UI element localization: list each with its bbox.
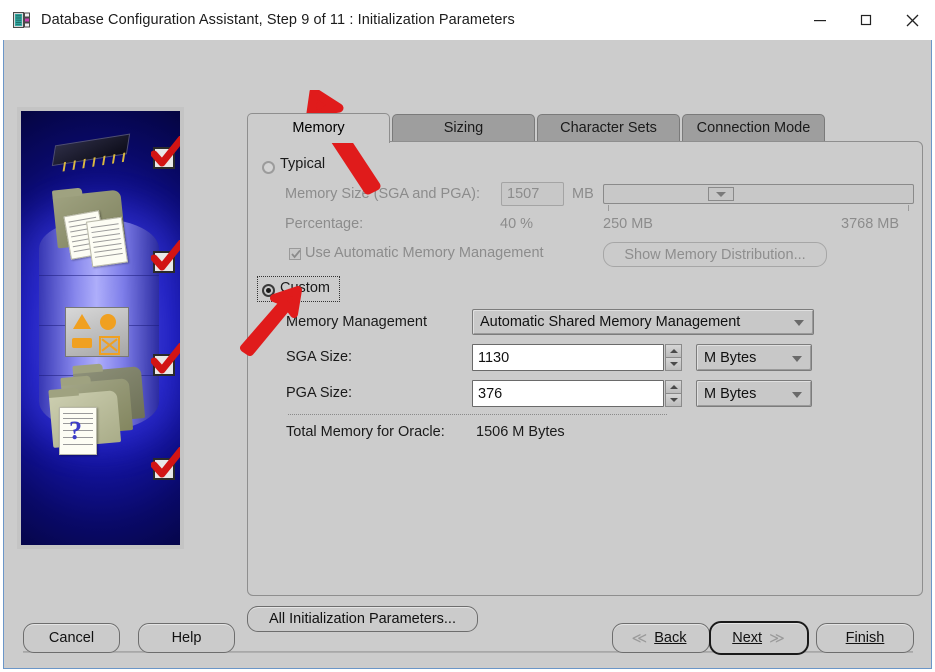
help-button[interactable]: Help xyxy=(138,623,235,653)
combo-memory-management[interactable]: Automatic Shared Memory Management xyxy=(472,309,814,335)
tab-character-sets-label: Character Sets xyxy=(560,120,657,136)
tab-sizing-label: Sizing xyxy=(443,120,484,136)
back-button[interactable]: ≪ Back xyxy=(612,623,710,653)
next-arrow-icon: ≫ xyxy=(769,630,785,647)
spinner-sga-up[interactable] xyxy=(666,345,681,358)
radio-custom[interactable] xyxy=(262,284,275,297)
dialog-content: ? Memory Sizing Character Sets Connectio… xyxy=(3,40,932,669)
label-sga-size: SGA Size: xyxy=(286,349,353,365)
all-initialization-parameters-label: All Initialization Parameters... xyxy=(269,611,456,627)
tab-memory[interactable]: Memory xyxy=(247,113,390,143)
window-title: Database Configuration Assistant, Step 9… xyxy=(41,12,515,28)
back-arrow-icon: ≪ xyxy=(631,630,648,647)
help-label: Help xyxy=(171,630,202,646)
chevron-down-icon xyxy=(792,391,802,398)
title-bar: Database Configuration Assistant, Step 9… xyxy=(0,0,935,40)
tab-sizing[interactable]: Sizing xyxy=(392,114,535,142)
tab-memory-label: Memory xyxy=(292,120,345,136)
input-pga-size[interactable] xyxy=(472,380,664,407)
minimize-button[interactable] xyxy=(797,0,843,40)
tab-connection-mode-label: Connection Mode xyxy=(696,120,811,136)
dialog-window: Database Configuration Assistant, Step 9… xyxy=(0,0,935,672)
spinner-pga-up[interactable] xyxy=(666,381,681,394)
next-label: Next xyxy=(732,630,763,646)
combo-memory-management-value: Automatic Shared Memory Management xyxy=(480,314,741,330)
show-memory-distribution-label: Show Memory Distribution... xyxy=(624,246,806,263)
database-config-icon xyxy=(13,11,31,29)
next-button[interactable]: Next ≫ xyxy=(709,621,809,655)
label-memory-management: Memory Management xyxy=(286,314,428,330)
label-custom: Custom xyxy=(280,280,330,296)
input-sga-size[interactable] xyxy=(472,344,664,371)
chip-graphic xyxy=(45,130,134,172)
tab-connection-mode[interactable]: Connection Mode xyxy=(682,114,825,142)
shapes-palette-graphic xyxy=(65,307,129,357)
custom-section-separator xyxy=(288,414,667,415)
back-label: Back xyxy=(654,630,687,646)
tab-character-sets[interactable]: Character Sets xyxy=(537,114,680,142)
slider-tick-min xyxy=(608,205,609,211)
memory-tab-panel: Typical Memory Size (SGA and PGA): MB 25… xyxy=(247,141,923,596)
memory-size-slider[interactable] xyxy=(603,184,914,204)
step-checkmark-4 xyxy=(151,447,180,482)
label-memory-size: Memory Size (SGA and PGA): xyxy=(285,186,481,202)
label-memory-size-unit: MB xyxy=(572,186,594,202)
checkbox-auto-memory-management[interactable] xyxy=(289,248,301,260)
step-checkmark-1 xyxy=(151,136,180,171)
value-percentage: 40 % xyxy=(500,216,534,232)
wizard-illustration: ? xyxy=(17,107,184,549)
combo-sga-unit-value: M Bytes xyxy=(704,349,757,366)
radio-typical[interactable] xyxy=(262,161,275,174)
spinner-sga-size[interactable] xyxy=(665,344,682,371)
spinner-sga-down[interactable] xyxy=(666,358,681,370)
close-button[interactable] xyxy=(889,0,935,40)
show-memory-distribution-button[interactable]: Show Memory Distribution... xyxy=(603,242,827,267)
label-slider-max: 3768 MB xyxy=(841,216,900,232)
label-pga-size: PGA Size: xyxy=(286,385,353,401)
slider-tick-max xyxy=(908,205,909,211)
input-memory-size[interactable] xyxy=(501,182,564,206)
chevron-down-icon xyxy=(794,320,804,326)
label-total-memory: Total Memory for Oracle: xyxy=(286,424,445,440)
finish-label: Finish xyxy=(845,630,885,646)
finish-button[interactable]: Finish xyxy=(816,623,914,653)
maximize-button[interactable] xyxy=(843,0,889,40)
label-auto-memory-management: Use Automatic Memory Management xyxy=(305,245,544,261)
window-controls xyxy=(797,0,935,40)
cancel-label: Cancel xyxy=(48,630,95,646)
label-percentage: Percentage: xyxy=(285,216,364,232)
step-checkmark-3 xyxy=(151,343,180,378)
tab-bar: Memory Sizing Character Sets Connection … xyxy=(247,113,923,143)
chevron-down-icon xyxy=(792,355,802,362)
all-initialization-parameters-button[interactable]: All Initialization Parameters... xyxy=(247,606,478,632)
step-checkmark-2 xyxy=(151,240,180,275)
combo-pga-unit[interactable]: M Bytes xyxy=(696,380,812,407)
combo-pga-unit-value: M Bytes xyxy=(704,385,757,402)
spinner-pga-size[interactable] xyxy=(665,380,682,407)
cancel-button[interactable]: Cancel xyxy=(23,623,120,653)
spinner-pga-down[interactable] xyxy=(666,394,681,406)
label-typical: Typical xyxy=(280,156,326,172)
value-total-memory: 1506 M Bytes xyxy=(476,424,565,440)
label-slider-min: 250 MB xyxy=(603,216,653,232)
combo-sga-unit[interactable]: M Bytes xyxy=(696,344,812,371)
memory-size-slider-thumb[interactable] xyxy=(708,187,734,201)
